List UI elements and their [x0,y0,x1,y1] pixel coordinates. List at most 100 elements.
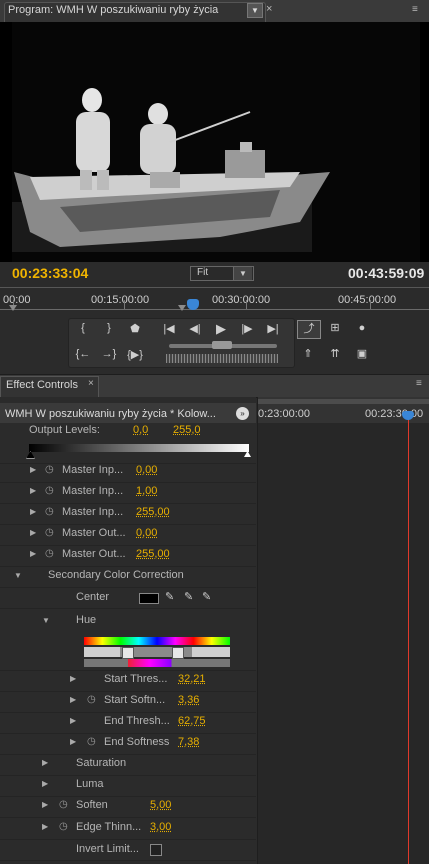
invert-limit-checkbox[interactable] [150,844,162,856]
add-marker-icon[interactable]: ⬟ [125,322,145,335]
clear-out-icon[interactable]: →} [99,348,119,360]
master-value[interactable]: 0,00 [136,527,157,539]
mark-in-icon[interactable]: { [73,322,93,334]
expand-icon[interactable]: ▶ [70,716,76,725]
hue-param-value[interactable]: 32,21 [178,673,206,685]
center-label: Center [76,591,109,603]
clear-in-icon[interactable]: {← [73,348,93,360]
hue-param-row: ▶ ◷ Start Softn... 3,36 [0,691,256,713]
shuttle-control[interactable] [166,354,278,363]
hue-param-label: Start Thres... [104,673,167,685]
hue-param-row: ▶ Start Thres... 32,21 [0,670,256,692]
show-timeline-icon[interactable]: » [236,407,249,420]
stopwatch-icon[interactable]: ◷ [45,506,54,517]
master-value[interactable]: 1,00 [136,485,157,497]
stopwatch-icon[interactable]: ◷ [45,464,54,475]
close-icon[interactable]: × [266,3,272,15]
stopwatch-icon[interactable]: ◷ [45,527,54,538]
collapse-icon[interactable]: ▼ [14,571,22,580]
expand-icon[interactable]: ▶ [70,674,76,683]
expand-icon[interactable]: ▶ [30,507,36,516]
play-icon[interactable]: ▶ [211,321,231,337]
stopwatch-icon[interactable]: ◷ [45,485,54,496]
expand-icon[interactable]: ▶ [30,528,36,537]
expand-icon[interactable]: ▶ [42,800,48,809]
edge-thinning-row: ▶ ◷ Edge Thinn... 3,00 [0,818,256,840]
expand-icon[interactable]: ▶ [42,822,48,831]
master-label: Master Inp... [62,485,123,497]
panel-menu-icon[interactable]: ≡ [416,378,422,389]
go-to-in-icon[interactable]: |◀ [159,322,179,335]
eyedropper-add-icon[interactable]: ✎ [184,590,193,603]
expand-icon[interactable]: ▶ [70,695,76,704]
output-levels-high[interactable]: 255,0 [173,424,201,436]
master-value[interactable]: 255,00 [136,506,170,518]
hue-start-handle[interactable] [122,647,134,659]
lift-icon[interactable]: ⇑ [297,346,319,363]
soften-value[interactable]: 5,00 [150,799,171,811]
close-icon[interactable]: × [88,378,94,389]
hue-end-handle[interactable] [172,647,184,659]
duration-timecode: 00:43:59:09 [348,265,424,281]
expand-icon[interactable]: ▶ [30,486,36,495]
effect-timeline [257,397,429,864]
stopwatch-icon[interactable]: ◷ [45,548,54,559]
edge-thinning-label: Edge Thinn... [76,821,141,833]
ruler-label: 00:45:00:00 [338,294,396,306]
expand-icon[interactable]: ▶ [70,737,76,746]
go-to-out-icon[interactable]: ▶| [263,322,283,335]
step-forward-icon[interactable]: |▶ [237,322,257,335]
stopwatch-icon[interactable]: ◷ [87,736,96,747]
master-value[interactable]: 255,00 [136,548,170,560]
hue-param-value[interactable]: 3,36 [178,694,199,706]
expand-icon[interactable]: ▶ [42,758,48,767]
hue-param-row: ▶ ◷ End Softness 7,38 [0,733,256,755]
jog-knob[interactable] [212,341,232,349]
saturation-row: ▶ Saturation [0,754,256,776]
secondary-color-title: Secondary Color Correction [48,569,184,581]
stopwatch-icon[interactable]: ◷ [87,694,96,705]
output-low-slider[interactable] [26,451,35,459]
luma-row: ▶ Luma [0,775,256,797]
edge-thinning-value[interactable]: 3,00 [150,821,171,833]
chevron-down-icon[interactable]: ▼ [247,3,263,18]
collapse-icon[interactable]: ▼ [42,616,50,625]
ruler-tick [370,300,371,309]
master-row: ▶ ◷ Master Inp... 1,00 [0,482,256,504]
stopwatch-icon[interactable]: ◷ [59,821,68,832]
output-levels-row: Output Levels: 0,0 255,0 [0,423,256,464]
playhead-timecode[interactable]: 00:23:33:04 [12,265,88,281]
hue-spectrum [84,637,230,645]
zoom-select[interactable]: Fit ▼ [190,266,254,281]
panel-menu-icon[interactable]: ≡ [412,4,418,15]
master-label: Master Out... [62,527,126,539]
expand-icon[interactable]: ▶ [30,465,36,474]
ruler-tick [246,300,247,309]
saturation-label: Saturation [76,757,126,769]
output-levels-label: Output Levels: [29,424,100,436]
eyedropper-icon[interactable]: ✎ [165,590,174,603]
hue-param-value[interactable]: 62,75 [178,715,206,727]
loop-icon[interactable]: ⤴ [297,320,321,339]
video-frame-image [0,22,429,262]
extract-icon[interactable]: ⇈ [324,346,346,363]
center-color-swatch[interactable] [139,593,159,604]
master-value[interactable]: 0,00 [136,464,157,476]
play-in-to-out-icon[interactable]: {▶} [125,348,145,361]
video-frame [0,22,429,262]
hue-param-value[interactable]: 7,38 [178,736,199,748]
master-row: ▶ ◷ Master Out... 0,00 [0,524,256,546]
output-icon[interactable]: ● [351,320,373,337]
export-frame-icon[interactable]: ▣ [351,346,373,363]
expand-icon[interactable]: ▶ [30,549,36,558]
step-back-icon[interactable]: ◀| [185,322,205,335]
effect-timeline-scroll[interactable] [258,399,429,404]
mark-out-icon[interactable]: } [99,322,119,334]
stopwatch-icon[interactable]: ◷ [59,799,68,810]
invert-limit-label: Invert Limit... [76,843,139,855]
expand-icon[interactable]: ▶ [42,779,48,788]
invert-limit-row: Invert Limit... [0,839,256,861]
output-levels-low[interactable]: 0,0 [133,424,148,436]
safe-margins-icon[interactable]: ⊞ [324,320,346,337]
eyedropper-subtract-icon[interactable]: ✎ [202,590,211,603]
